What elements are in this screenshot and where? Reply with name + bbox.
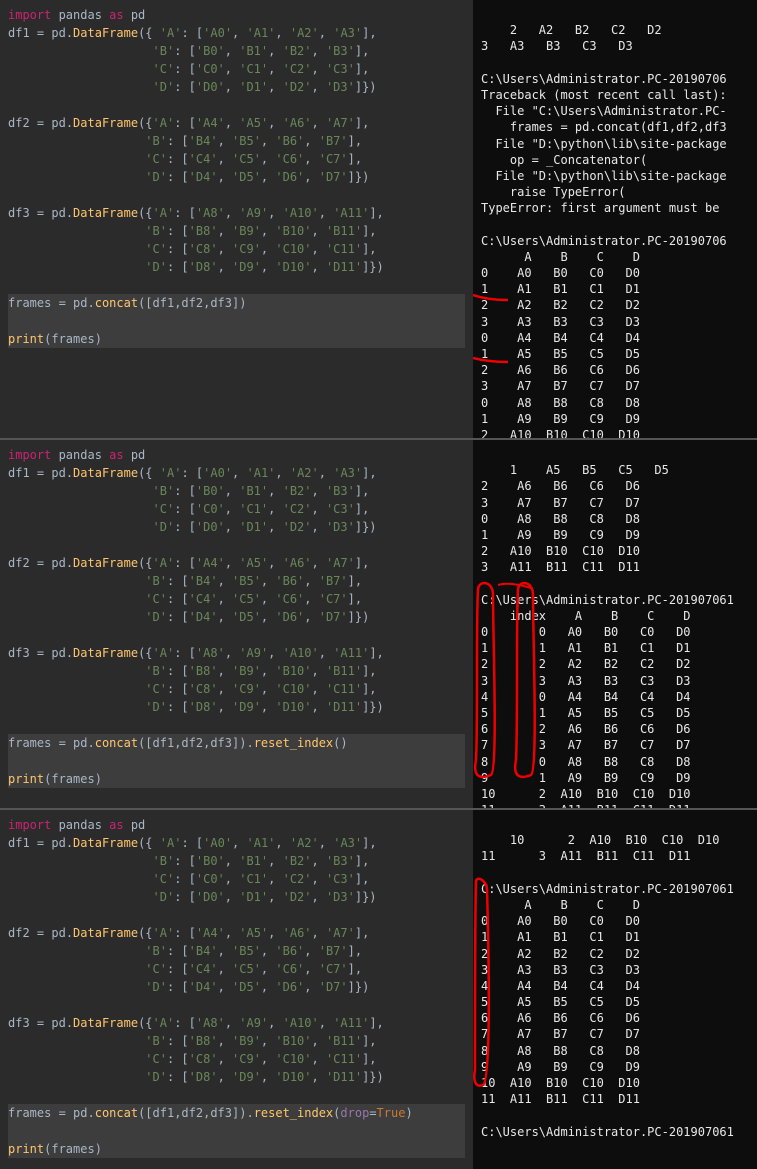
kwarg-drop: drop [340, 1106, 369, 1120]
output-text-2: 1 A5 B5 C5 D5 2 A6 B6 C6 D6 3 A7 B7 C7 D… [481, 463, 734, 808]
panel-3: import pandas as pddf1 = pd.DataFrame({ … [0, 810, 757, 1169]
code-editor-1[interactable]: import pandas as pddf1 = pd.DataFrame({ … [0, 0, 473, 438]
output-text-3: 10 2 A10 B10 C10 D10 11 3 A11 B11 C11 D1… [481, 833, 734, 1138]
code-editor-2[interactable]: import pandas as pddf1 = pd.DataFrame({ … [0, 440, 473, 808]
output-text-1: 2 A2 B2 C2 D2 3 A3 B3 C3 D3 C:\Users\Adm… [481, 23, 727, 438]
panel-1: import pandas as pddf1 = pd.DataFrame({ … [0, 0, 757, 440]
output-1: 2 A2 B2 C2 D2 3 A3 B3 C3 D3 C:\Users\Adm… [473, 0, 757, 438]
panel-2: import pandas as pddf1 = pd.DataFrame({ … [0, 440, 757, 810]
output-2: 1 A5 B5 C5 D5 2 A6 B6 C6 D6 3 A7 B7 C7 D… [473, 440, 757, 808]
output-3: 10 2 A10 B10 C10 D10 11 3 A11 B11 C11 D1… [473, 810, 757, 1169]
code-editor-3[interactable]: import pandas as pddf1 = pd.DataFrame({ … [0, 810, 473, 1169]
